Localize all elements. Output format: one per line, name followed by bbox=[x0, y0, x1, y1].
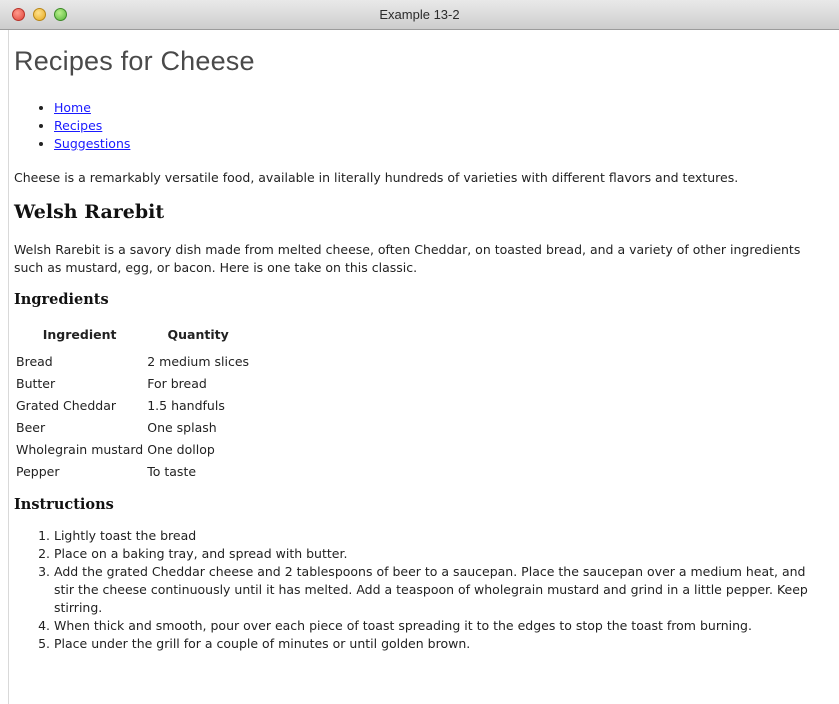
column-header-ingredient: Ingredient bbox=[42, 327, 117, 342]
quantity-cell: To taste bbox=[147, 464, 197, 479]
table-row: Pepper To taste bbox=[14, 460, 251, 482]
ingredient-cell: Bread bbox=[16, 354, 53, 369]
table-row: Beer One splash bbox=[14, 416, 251, 438]
ingredients-table: Ingredient Quantity Bread 2 medium slice… bbox=[14, 326, 251, 482]
browser-window: Example 13-2 Recipes for Cheese Home Rec… bbox=[0, 0, 839, 704]
ingredients-heading: Ingredients bbox=[14, 291, 109, 308]
ingredient-cell: Beer bbox=[16, 420, 46, 435]
nav-item-home: Home bbox=[54, 99, 831, 117]
instructions-heading: Instructions bbox=[14, 496, 114, 513]
recipe-title: Welsh Rarebit bbox=[14, 201, 165, 223]
window-title: Example 13-2 bbox=[379, 7, 460, 22]
nav-link-recipes[interactable]: Recipes bbox=[54, 118, 102, 133]
instruction-step: When thick and smooth, pour over each pi… bbox=[54, 617, 829, 635]
quantity-cell: 1.5 handfuls bbox=[147, 398, 225, 413]
ingredient-cell: Pepper bbox=[16, 464, 60, 479]
quantity-cell: For bread bbox=[147, 376, 207, 391]
instruction-step: Place on a baking tray, and spread with … bbox=[54, 545, 829, 563]
site-navigation: Home Recipes Suggestions bbox=[14, 99, 831, 153]
table-row: Butter For bread bbox=[14, 372, 251, 394]
instruction-step: Add the grated Cheddar cheese and 2 tabl… bbox=[54, 563, 829, 617]
column-header-quantity: Quantity bbox=[167, 327, 229, 342]
nav-item-recipes: Recipes bbox=[54, 117, 831, 135]
instruction-step: Place under the grill for a couple of mi… bbox=[54, 635, 829, 653]
table-row: Bread 2 medium slices bbox=[14, 350, 251, 372]
title-bar[interactable]: Example 13-2 bbox=[0, 0, 839, 30]
table-row: Grated Cheddar 1.5 handfuls bbox=[14, 394, 251, 416]
recipe-description: Welsh Rarebit is a savory dish made from… bbox=[14, 242, 801, 275]
instructions-list: Lightly toast the bread Place on a bakin… bbox=[14, 527, 829, 653]
quantity-cell: 2 medium slices bbox=[147, 354, 250, 369]
ingredient-cell: Butter bbox=[16, 376, 56, 391]
ingredient-cell: Grated Cheddar bbox=[16, 398, 116, 413]
nav-item-suggestions: Suggestions bbox=[54, 135, 831, 153]
page-title: Recipes for Cheese bbox=[14, 46, 255, 76]
table-row: Wholegrain mustard One dollop bbox=[14, 438, 251, 460]
instruction-step: Lightly toast the bread bbox=[54, 527, 829, 545]
table-header-row: Ingredient Quantity bbox=[14, 326, 251, 350]
quantity-cell: One dollop bbox=[147, 442, 215, 457]
nav-link-home[interactable]: Home bbox=[54, 100, 91, 115]
nav-link-suggestions[interactable]: Suggestions bbox=[54, 136, 130, 151]
ingredient-cell: Wholegrain mustard bbox=[16, 442, 144, 457]
quantity-cell: One splash bbox=[147, 420, 217, 435]
page-content: Recipes for Cheese Home Recipes Suggesti… bbox=[8, 30, 831, 704]
intro-paragraph: Cheese is a remarkably versatile food, a… bbox=[14, 170, 739, 185]
